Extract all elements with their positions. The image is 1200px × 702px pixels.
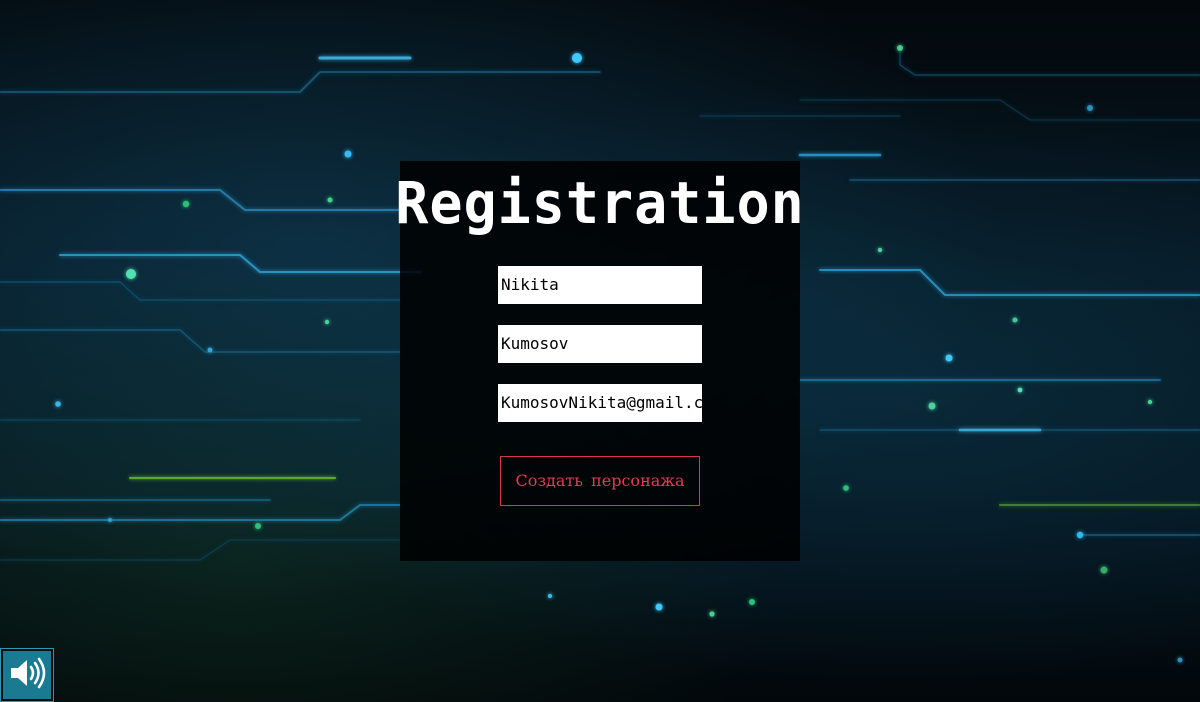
registration-screen: Registration Nikita Kumosov KumosovNikit… (0, 0, 1200, 702)
email-field[interactable]: KumosovNikita@gmail.com (498, 384, 702, 422)
page-title: Registration (395, 169, 805, 237)
first-name-field[interactable]: Nikita (498, 266, 702, 304)
create-character-button[interactable]: Создать персонажа (500, 456, 700, 506)
speaker-volume-icon (7, 655, 47, 695)
last-name-field[interactable]: Kumosov (498, 325, 702, 363)
sound-toggle-button[interactable] (0, 648, 54, 702)
